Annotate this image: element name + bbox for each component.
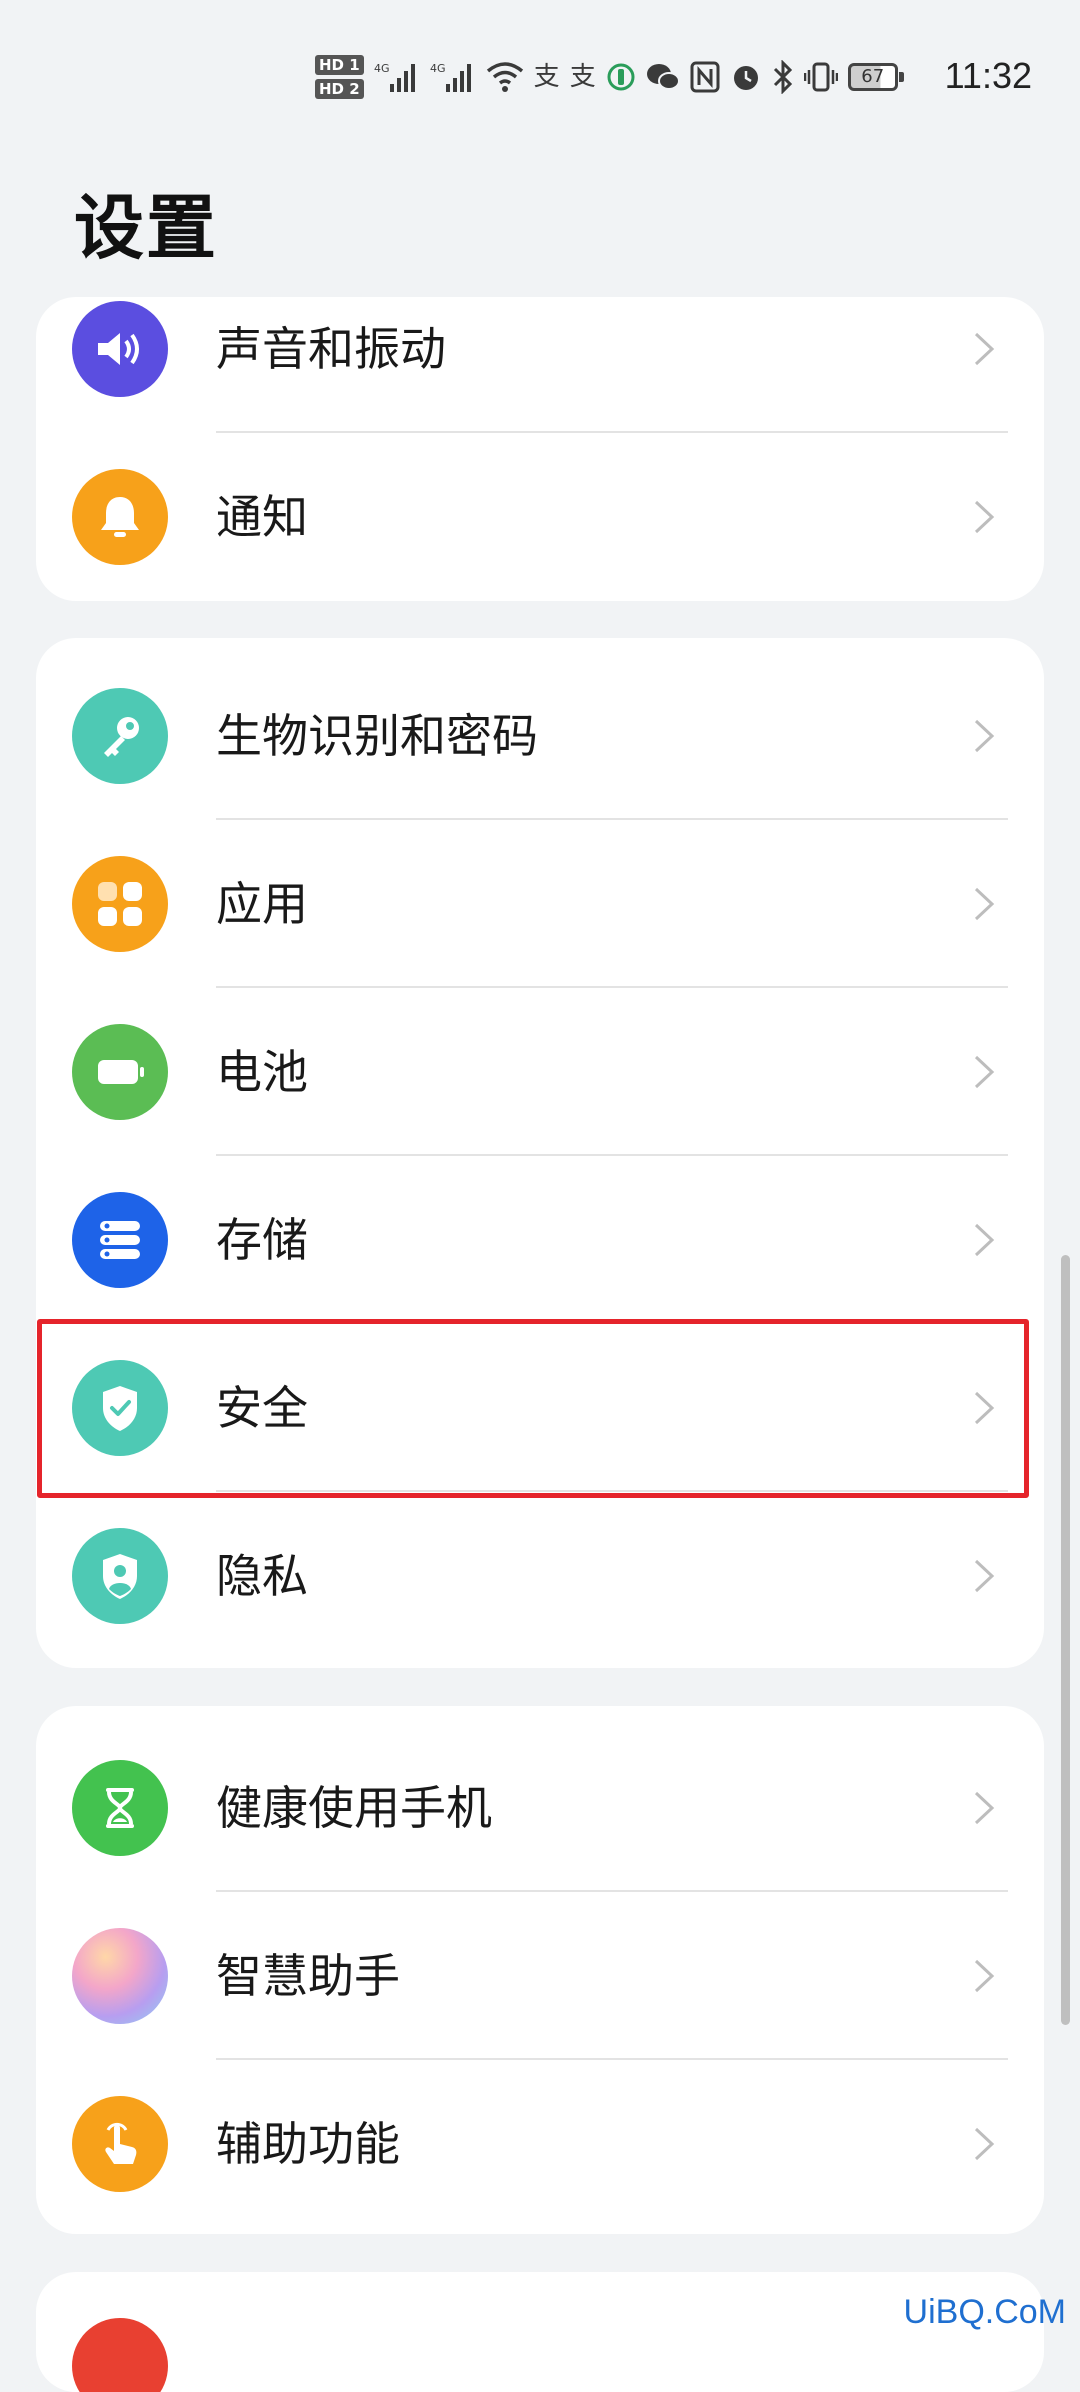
chevron-right-icon [966, 331, 1002, 367]
speaker-icon [72, 301, 168, 397]
shield-check-icon [72, 1360, 168, 1456]
partial-app-icon [72, 2318, 168, 2392]
alarm-icon [730, 57, 762, 97]
chevron-right-icon [966, 2126, 1002, 2162]
bell-icon [72, 469, 168, 565]
clock: 11:32 [944, 55, 1032, 96]
settings-group-1: 声音和振动 通知 [36, 297, 1044, 601]
chevron-right-icon [966, 1054, 1002, 1090]
vibrate-icon [803, 57, 838, 97]
chevron-right-icon [966, 499, 1002, 535]
settings-item-partial[interactable] [36, 2272, 1044, 2392]
settings-item-label: 隐私 [216, 1549, 308, 1603]
chevron-right-icon [966, 718, 1002, 754]
scrollbar[interactable] [1061, 1255, 1070, 2025]
chevron-right-icon [966, 1558, 1002, 1594]
settings-item-smart-assistant[interactable]: 智慧助手 [36, 1892, 1044, 2060]
settings-group-3: 健康使用手机 智慧助手 辅助功能 [36, 1706, 1044, 2234]
alipay-icon: 支 [533, 62, 560, 92]
settings-item-security[interactable]: 安全 [36, 1324, 1044, 1492]
settings-item-label: 健康使用手机 [216, 1781, 492, 1835]
battery-status-icon: 67 [847, 57, 904, 97]
settings-group-4 [36, 2272, 1044, 2392]
settings-item-privacy[interactable]: 隐私 [36, 1492, 1044, 1660]
chevron-right-icon [966, 886, 1002, 922]
settings-item-sound[interactable]: 声音和振动 [36, 297, 1044, 433]
settings-item-notifications[interactable]: 通知 [36, 433, 1044, 601]
assistant-orb-icon [72, 1928, 168, 2024]
chevron-right-icon [966, 1790, 1002, 1826]
settings-group-2: 生物识别和密码 应用 电池 存储 安全 隐私 [36, 638, 1044, 1668]
hd1-badge: HD 1 [315, 55, 364, 75]
settings-item-digital-balance[interactable]: 健康使用手机 [36, 1724, 1044, 1892]
net1-label: 4G [374, 62, 390, 75]
settings-item-label: 辅助功能 [216, 2117, 400, 2171]
hd2-badge: HD 2 [315, 79, 364, 99]
page-title: 设置 [74, 187, 218, 269]
settings-item-label: 安全 [216, 1381, 308, 1435]
settings-item-label: 声音和振动 [216, 322, 446, 376]
settings-item-storage[interactable]: 存储 [36, 1156, 1044, 1324]
signal-icon-2: 4G [430, 57, 476, 97]
nfc-icon [690, 57, 720, 97]
apps-grid-icon [72, 856, 168, 952]
settings-item-label: 智慧助手 [216, 1949, 400, 2003]
app-notification-icon [606, 57, 636, 97]
watermark: UiBQ.CoM [903, 2293, 1066, 2331]
settings-item-label: 存储 [216, 1213, 308, 1267]
settings-item-biometrics[interactable]: 生物识别和密码 [36, 652, 1044, 820]
settings-item-label: 应用 [216, 877, 308, 931]
status-bar: HD 1 HD 2 4G 4G 支 支 67 11:32 [0, 0, 1080, 150]
battery-level: 67 [847, 63, 904, 91]
settings-item-apps[interactable]: 应用 [36, 820, 1044, 988]
hourglass-icon [72, 1760, 168, 1856]
hd-indicator: HD 1 HD 2 [315, 55, 364, 99]
chevron-right-icon [966, 1222, 1002, 1258]
wifi-icon [486, 57, 524, 97]
settings-item-accessibility[interactable]: 辅助功能 [36, 2060, 1044, 2228]
settings-item-label: 通知 [216, 490, 308, 544]
wechat-icon [646, 57, 680, 97]
settings-item-label: 生物识别和密码 [216, 709, 538, 763]
settings-item-label: 电池 [216, 1045, 308, 1099]
battery-icon [72, 1024, 168, 1120]
bluetooth-icon [772, 57, 794, 97]
hand-touch-icon [72, 2096, 168, 2192]
privacy-shield-icon [72, 1528, 168, 1624]
storage-icon [72, 1192, 168, 1288]
signal-icon: 4G [374, 57, 420, 97]
alipay-icon-2: 支 [569, 62, 596, 92]
net2-label: 4G [430, 62, 446, 75]
chevron-right-icon [966, 1390, 1002, 1426]
status-icons: HD 1 HD 2 4G 4G 支 支 67 [315, 45, 904, 109]
key-icon [72, 688, 168, 784]
chevron-right-icon [966, 1958, 1002, 1994]
settings-item-battery[interactable]: 电池 [36, 988, 1044, 1156]
